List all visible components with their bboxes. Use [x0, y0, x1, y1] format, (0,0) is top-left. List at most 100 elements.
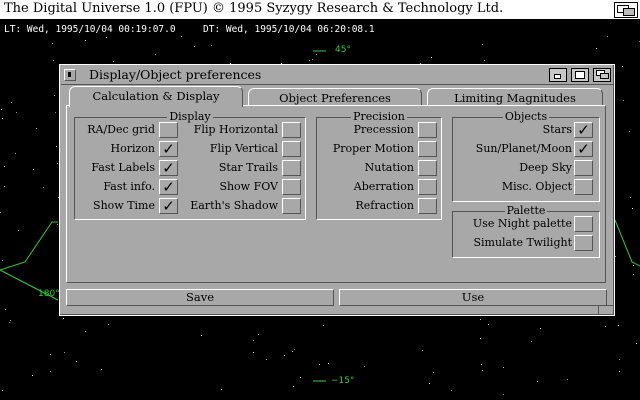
use-button[interactable]: Use — [339, 289, 607, 306]
window-title-bar[interactable]: Display/Object preferences — [61, 66, 613, 85]
precision-group-title: Precision — [351, 110, 407, 123]
screen-title: The Digital Universe 1.0 (FPU) © 1995 Sy… — [4, 1, 504, 16]
star — [622, 66, 623, 67]
star — [328, 363, 329, 364]
screen-title-bar[interactable]: The Digital Universe 1.0 (FPU) © 1995 Sy… — [0, 0, 640, 20]
label-stars: Stars — [542, 123, 572, 136]
star — [106, 37, 107, 38]
close-icon[interactable] — [64, 69, 76, 81]
star — [482, 44, 483, 45]
star — [293, 386, 294, 387]
star — [623, 100, 624, 101]
star — [2, 118, 3, 119]
label-sun-planet-moon: Sun/Planet/Moon — [475, 142, 572, 155]
star — [108, 324, 109, 325]
checkbox-flip-horizontal[interactable] — [282, 122, 301, 138]
star — [57, 224, 58, 225]
checkbox-star-trails[interactable] — [282, 160, 301, 176]
checkbox-show-time[interactable]: ✓ — [159, 198, 178, 214]
checkbox-sun-planet-moon[interactable]: ✓ — [574, 141, 593, 157]
tab-limiting-magnitudes[interactable]: Limiting Magnitudes — [427, 88, 603, 106]
precision-group: Precision Precession Proper Motion Nutatio… — [316, 110, 442, 220]
star — [429, 383, 430, 384]
zoom-icon[interactable] — [571, 68, 589, 82]
horizon-line-right — [614, 219, 640, 267]
star — [364, 366, 365, 367]
star — [85, 331, 86, 332]
star — [11, 102, 12, 103]
star — [309, 60, 310, 61]
checkbox-refraction[interactable] — [418, 198, 437, 214]
dynamical-time-readout: DT: Wed, 1995/10/04 06:20:08.1 — [203, 24, 375, 35]
star — [431, 57, 432, 58]
label-misc-object: Misc. Object — [501, 180, 572, 193]
star — [615, 256, 616, 257]
resize-handle[interactable] — [598, 305, 613, 314]
depth-icon[interactable] — [593, 68, 611, 82]
objects-group: Objects Stars ✓ Sun/Planet/Moon ✓ Deep Sky Mi… — [452, 110, 600, 202]
star — [503, 367, 504, 368]
label-nutation: Nutation — [364, 161, 414, 174]
label-precession: Precession — [353, 123, 414, 136]
save-button[interactable]: Save — [66, 289, 334, 306]
label-use-night-palette: Use Night palette — [472, 217, 572, 230]
star — [258, 334, 259, 335]
screen-depth-icon[interactable] — [614, 2, 638, 18]
star — [312, 59, 313, 60]
checkbox-simulate-twilight[interactable] — [574, 235, 593, 251]
star — [481, 364, 482, 365]
checkbox-proper-motion[interactable] — [418, 141, 437, 157]
star — [63, 318, 64, 319]
checkbox-earth-s-shadow[interactable] — [282, 198, 301, 214]
checkbox-fast-info[interactable]: ✓ — [159, 179, 178, 195]
label-horizon: Horizon — [110, 142, 156, 155]
tab-object-preferences[interactable]: Object Preferences — [248, 88, 422, 106]
star — [537, 381, 538, 382]
checkbox-stars[interactable]: ✓ — [574, 122, 593, 138]
checkbox-horizon[interactable]: ✓ — [159, 141, 178, 157]
star — [319, 364, 320, 365]
checkbox-deep-sky[interactable] — [574, 160, 593, 176]
checkbox-aberration[interactable] — [418, 179, 437, 195]
checkbox-flip-vertical[interactable] — [282, 141, 301, 157]
star — [33, 169, 34, 170]
star — [630, 197, 631, 198]
star — [422, 350, 423, 351]
tab-calculation-display[interactable]: Calculation & Display — [69, 86, 243, 107]
star — [43, 187, 44, 188]
local-time-readout: LT: Wed, 1995/10/04 00:19:07.0 — [4, 24, 176, 35]
checkbox-nutation[interactable] — [418, 160, 437, 176]
checkbox-precession[interactable] — [418, 122, 437, 138]
checkbox-show-fov[interactable] — [282, 179, 301, 195]
star — [194, 46, 195, 47]
label-show-fov: Show FOV — [219, 180, 278, 193]
objects-group-title: Objects — [502, 110, 550, 123]
label-proper-motion: Proper Motion — [332, 142, 414, 155]
star — [619, 371, 620, 372]
star — [181, 36, 182, 37]
star — [629, 131, 630, 132]
label-flip-horizontal: Flip Horizontal — [193, 123, 278, 136]
star — [480, 338, 481, 339]
star — [50, 354, 51, 355]
altitude-label-bottom: −15° — [331, 376, 355, 386]
star — [9, 322, 10, 323]
checkbox-use-night-palette[interactable] — [574, 216, 593, 232]
star — [101, 369, 102, 370]
star — [632, 208, 633, 209]
star — [596, 48, 597, 49]
star — [2, 390, 3, 391]
checkbox-fast-labels[interactable]: ✓ — [159, 160, 178, 176]
star — [300, 377, 301, 378]
star — [76, 361, 77, 362]
star — [294, 349, 295, 350]
checkbox-misc-object[interactable] — [574, 179, 593, 195]
star — [636, 343, 637, 344]
star — [316, 54, 317, 55]
checkbox-ra-dec-grid[interactable] — [159, 122, 178, 138]
iconify-icon[interactable] — [549, 68, 567, 82]
altitude-label-top: 45° — [335, 45, 351, 55]
star — [266, 359, 267, 360]
star — [32, 375, 33, 376]
star — [5, 309, 6, 310]
